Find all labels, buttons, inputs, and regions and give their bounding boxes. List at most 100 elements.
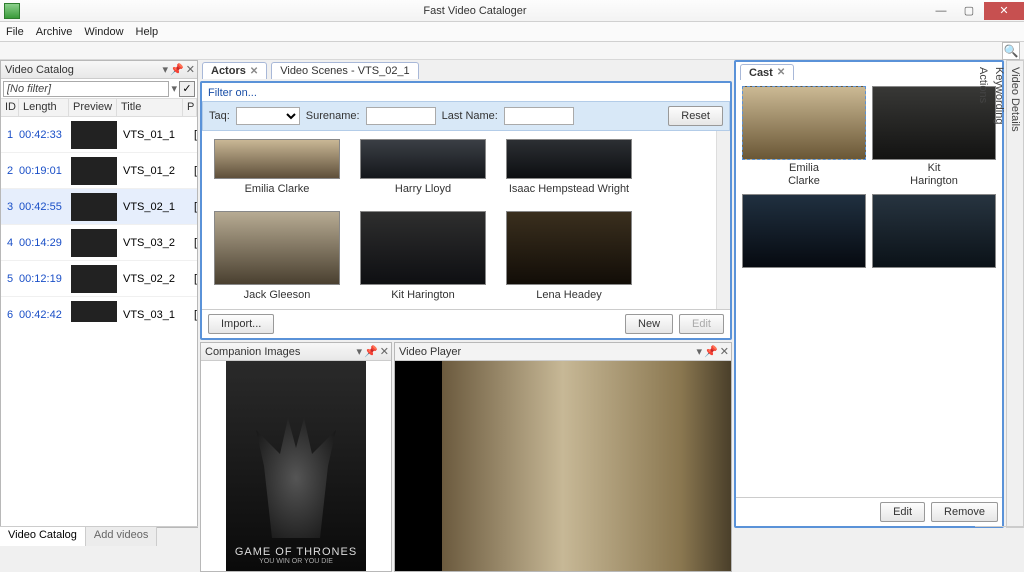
cast-footer: Edit Remove [736, 497, 1002, 526]
actor-card[interactable]: Isaac Hempstead Wright [506, 139, 632, 195]
cast-card[interactable]: EmiliaClarke [742, 86, 866, 188]
cast-thumb [742, 194, 866, 268]
menu-archive[interactable]: Archive [36, 26, 73, 38]
actor-card[interactable]: Kit Harington [360, 211, 486, 301]
actor-thumb [506, 211, 632, 285]
thumb-icon [71, 229, 117, 257]
tab-add-videos[interactable]: Add videos [86, 527, 157, 546]
tab-actors[interactable]: Actors✕ [202, 62, 267, 79]
workspace: Video Catalog ▾ 📌 ✕ ▾ ✓ ID Length Previe… [0, 60, 1024, 528]
toolbar: 🔍 [0, 42, 1024, 60]
col-id[interactable]: ID [1, 99, 19, 116]
side-tabs: Video Details Keywording Actions [1006, 60, 1024, 528]
actor-card[interactable]: Emilia Clarke [214, 139, 340, 195]
window-controls: — ▢ ✕ [926, 2, 1024, 20]
tab-video-scenes[interactable]: Video Scenes - VTS_02_1 [271, 62, 418, 79]
catalog-row[interactable]: 600:42:42VTS_03_1[ [1, 297, 197, 322]
panel-close-icon[interactable]: ✕ [380, 345, 389, 358]
video-catalog-panel: Video Catalog ▾ 📌 ✕ ▾ ✓ ID Length Previe… [0, 60, 198, 528]
panel-dropdown-icon[interactable]: ▾ [163, 63, 169, 76]
lastname-input[interactable] [504, 107, 574, 125]
catalog-title: Video Catalog [5, 64, 74, 76]
col-length[interactable]: Length [19, 99, 69, 116]
actor-card[interactable]: Jack Gleeson [214, 211, 340, 301]
minimize-button[interactable]: — [928, 2, 954, 20]
tab-video-catalog[interactable]: Video Catalog [0, 527, 86, 546]
new-button[interactable]: New [625, 314, 673, 334]
center-tabs: Actors✕ Video Scenes - VTS_02_1 [200, 60, 732, 79]
close-icon[interactable]: ✕ [777, 67, 785, 78]
companion-image[interactable]: GAME OF THRONES YOU WIN OR YOU DIE [201, 361, 391, 571]
catalog-row[interactable]: 100:42:33VTS_01_1[ [1, 117, 197, 153]
tab-cast[interactable]: Cast✕ [740, 64, 794, 80]
panel-pin-icon[interactable]: 📌 [170, 63, 184, 76]
maximize-button[interactable]: ▢ [956, 2, 982, 20]
catalog-row[interactable]: 400:14:29VTS_03_2[ [1, 225, 197, 261]
companion-images-panel: Companion Images ▾📌✕ GAME OF THRONES YOU… [200, 342, 392, 572]
tag-label: Taq: [209, 110, 230, 122]
edit-button[interactable]: Edit [679, 314, 724, 334]
actor-thumb [360, 139, 486, 179]
col-title[interactable]: Title [117, 99, 183, 116]
player-canvas[interactable] [395, 361, 731, 571]
search-icon[interactable]: 🔍 [1002, 42, 1020, 60]
thumb-icon [71, 193, 117, 221]
thumb-icon [71, 265, 117, 293]
filter-on-label: Filter on... [208, 87, 257, 99]
surename-label: Surename: [306, 110, 360, 122]
panel-dropdown-icon[interactable]: ▾ [697, 345, 703, 358]
close-icon[interactable]: ✕ [250, 66, 258, 77]
panel-pin-icon[interactable]: 📌 [364, 345, 378, 358]
catalog-row[interactable]: 200:19:01VTS_01_2[ [1, 153, 197, 189]
panel-close-icon[interactable]: ✕ [186, 63, 195, 76]
side-tab-actions[interactable]: Actions [975, 61, 991, 527]
video-player-panel: Video Player ▾📌✕ [394, 342, 732, 572]
actor-filter-bar: Taq: Surename: Last Name: Reset [202, 101, 730, 131]
import-button[interactable]: Import... [208, 314, 274, 334]
center-column: Actors✕ Video Scenes - VTS_02_1 Filter o… [198, 60, 734, 528]
menu-help[interactable]: Help [136, 26, 159, 38]
cast-grid: EmiliaClarke KitHarington [736, 80, 1002, 497]
panel-pin-icon[interactable]: 📌 [704, 345, 718, 358]
left-bottom-tabs: Video Catalog Add videos [0, 526, 198, 546]
surename-input[interactable] [366, 107, 436, 125]
chevron-down-icon[interactable]: ▾ [171, 82, 177, 95]
actor-card[interactable]: Lena Headey [506, 211, 632, 301]
app-title: Fast Video Cataloger [24, 5, 926, 17]
catalog-row[interactable]: 500:12:19VTS_02_2[ [1, 261, 197, 297]
actor-thumb [506, 139, 632, 179]
actors-scrollbar[interactable] [716, 131, 730, 309]
lower-row: Companion Images ▾📌✕ GAME OF THRONES YOU… [200, 342, 732, 572]
cast-edit-button[interactable]: Edit [880, 502, 925, 522]
cast-card[interactable] [742, 194, 866, 268]
panel-close-icon[interactable]: ✕ [720, 345, 729, 358]
actors-panel: Filter on... Taq: Surename: Last Name: R… [200, 81, 732, 340]
filter-toggle-button[interactable]: ✓ [179, 81, 195, 97]
thumb-icon [71, 301, 117, 323]
thumb-icon [71, 157, 117, 185]
catalog-rows: 100:42:33VTS_01_1[ 200:19:01VTS_01_2[ 30… [1, 117, 197, 322]
menubar: File Archive Window Help [0, 22, 1024, 42]
thumb-icon [71, 121, 117, 149]
panel-dropdown-icon[interactable]: ▾ [357, 345, 363, 358]
side-tab-keywording[interactable]: Keywording [991, 61, 1007, 527]
throne-icon [256, 418, 336, 538]
actor-thumb [214, 211, 340, 285]
app-icon [4, 3, 20, 19]
menu-window[interactable]: Window [84, 26, 123, 38]
close-button[interactable]: ✕ [984, 2, 1024, 20]
catalog-row[interactable]: 300:42:55VTS_02_1[ [1, 189, 197, 225]
actor-card[interactable]: Harry Lloyd [360, 139, 486, 195]
catalog-filter-input[interactable] [3, 81, 169, 97]
actor-grid-row2: Jack Gleeson Kit Harington Lena Headey [202, 203, 716, 309]
titlebar: Fast Video Cataloger — ▢ ✕ [0, 0, 1024, 22]
col-p[interactable]: P [183, 99, 197, 116]
actor-grid-row1: Emilia Clarke Harry Lloyd Isaac Hempstea… [202, 131, 716, 203]
col-preview[interactable]: Preview [69, 99, 117, 116]
side-tab-video-details[interactable]: Video Details [1007, 61, 1023, 527]
actor-thumb [360, 211, 486, 285]
menu-file[interactable]: File [6, 26, 24, 38]
reset-button[interactable]: Reset [668, 106, 723, 126]
tag-select[interactable] [236, 107, 300, 125]
lastname-label: Last Name: [442, 110, 498, 122]
